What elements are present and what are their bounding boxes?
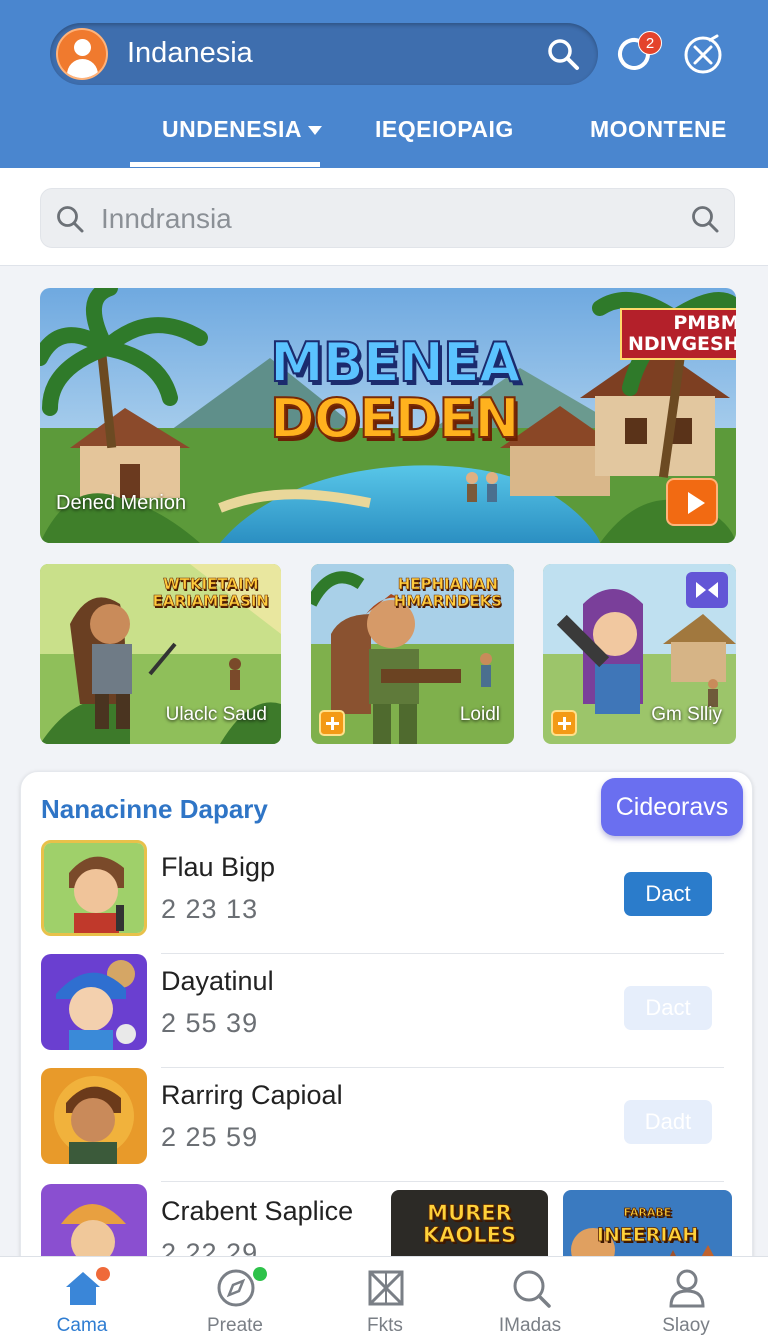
section-action-button[interactable]: Cideoravs — [601, 778, 743, 836]
compass-icon — [217, 1269, 255, 1307]
search-icon — [513, 1270, 551, 1308]
game-icon — [41, 1068, 147, 1164]
location-title: Indanesia — [127, 37, 253, 69]
game-name: Rarrirg Capioal — [161, 1080, 343, 1110]
active-tab-indicator — [130, 162, 320, 167]
hero-title-line1: MBENEA — [269, 331, 522, 394]
nav-fkts[interactable]: Fkts — [325, 1257, 445, 1344]
thumbnail-title: WTKIETAIM EARIAMEASIN — [152, 575, 269, 610]
avatar[interactable] — [56, 28, 108, 80]
game-thumbnail-3[interactable]: Gm Slliy — [543, 564, 736, 744]
add-icon[interactable] — [551, 710, 577, 736]
nav-create[interactable]: Preate — [175, 1257, 295, 1344]
nav-label: Slaoy — [662, 1315, 710, 1336]
hero-caption: Dened Menion — [56, 492, 187, 514]
section-title: Nanacinne Dapary — [41, 794, 268, 824]
game-name: Crabent Saplice — [161, 1196, 354, 1226]
game-name: Flau Bigp — [161, 852, 276, 882]
nav-profile[interactable]: Slaoy — [626, 1257, 746, 1344]
nav-search[interactable]: IMadas — [470, 1257, 590, 1344]
game-thumbnail-2[interactable]: HEPHIANAN HMARNDEKS Loidl — [311, 564, 514, 744]
divider — [161, 1181, 724, 1182]
list-item[interactable]: Rarrirg Capioal 2 25 59 Dadt — [21, 1068, 752, 1182]
close-circle-icon[interactable] — [682, 34, 724, 76]
hero-banner[interactable]: MBENEA DOEDEN PMBM NDIVGESH Dened Menion — [40, 288, 736, 543]
media-icon[interactable] — [686, 572, 728, 608]
promo-title: FARABE INEERIAH — [596, 1206, 699, 1247]
hero-title-line2: DOEDEN — [269, 387, 521, 450]
promo-title: MURER KAOLES — [422, 1201, 517, 1247]
grid-x-icon — [368, 1270, 404, 1306]
bottom-navigation: Cama Preate Fkts IMadas Slaoy — [0, 1256, 768, 1344]
add-icon[interactable] — [319, 710, 345, 736]
search-area — [0, 168, 768, 266]
game-icon — [41, 954, 147, 1050]
tab-undenesia[interactable]: UNDENESIA — [162, 116, 322, 143]
game-name: Dayatinul — [161, 966, 274, 996]
chevron-down-icon — [307, 126, 322, 136]
play-icon[interactable] — [666, 478, 718, 526]
thumbnail-title: HEPHIANAN HMARNDEKS — [393, 575, 502, 610]
nav-label: IMadas — [498, 1315, 562, 1336]
thumbnail-caption: Gm Slliy — [651, 704, 722, 725]
list-item[interactable]: Dayatinul 2 55 39 Dact — [21, 954, 752, 1068]
search-input[interactable] — [101, 201, 661, 237]
app-header: Indanesia 2 UNDENESIA IEQEIOPAIG MOONTEN… — [0, 0, 768, 168]
game-meta: 2 25 59 — [161, 1122, 259, 1152]
thumbnail-caption: Ulaclc Saud — [165, 704, 267, 725]
get-button[interactable]: Dact — [624, 872, 712, 916]
nav-label: Cama — [56, 1315, 108, 1336]
thumbnail-caption: Loidl — [459, 704, 500, 725]
list-item[interactable]: Flau Bigp 2 23 13 Dact — [21, 840, 752, 954]
game-meta: 2 55 39 — [161, 1008, 259, 1038]
tab-moontene[interactable]: MOONTENE — [590, 116, 727, 143]
notification-dot — [253, 1267, 267, 1281]
nav-label: Preate — [207, 1315, 263, 1336]
game-meta: 2 23 13 — [161, 894, 259, 924]
notification-badge: 2 — [638, 31, 662, 55]
game-list-card: Nanacinne Dapary Cideoravs Flau Bigp 2 2… — [20, 771, 753, 1291]
search-icon[interactable] — [546, 37, 580, 71]
search-icon — [57, 206, 84, 233]
nav-home[interactable]: Cama — [22, 1257, 142, 1344]
game-icon — [41, 840, 147, 936]
nav-label: Fkts — [367, 1315, 403, 1336]
hero-badge: PMBM NDIVGESH — [620, 308, 736, 360]
profile-icon — [669, 1269, 705, 1308]
get-button[interactable]: Dact — [624, 986, 712, 1030]
search-submit-icon[interactable] — [690, 204, 720, 234]
location-search-pill[interactable]: Indanesia — [50, 23, 598, 85]
notification-dot — [96, 1267, 110, 1281]
get-button[interactable]: Dadt — [624, 1100, 712, 1144]
tab-ieqeiopaig[interactable]: IEQEIOPAIG — [375, 116, 514, 143]
search-bar[interactable] — [40, 188, 735, 248]
game-thumbnail-1[interactable]: WTKIETAIM EARIAMEASIN Ulaclc Saud — [40, 564, 281, 744]
